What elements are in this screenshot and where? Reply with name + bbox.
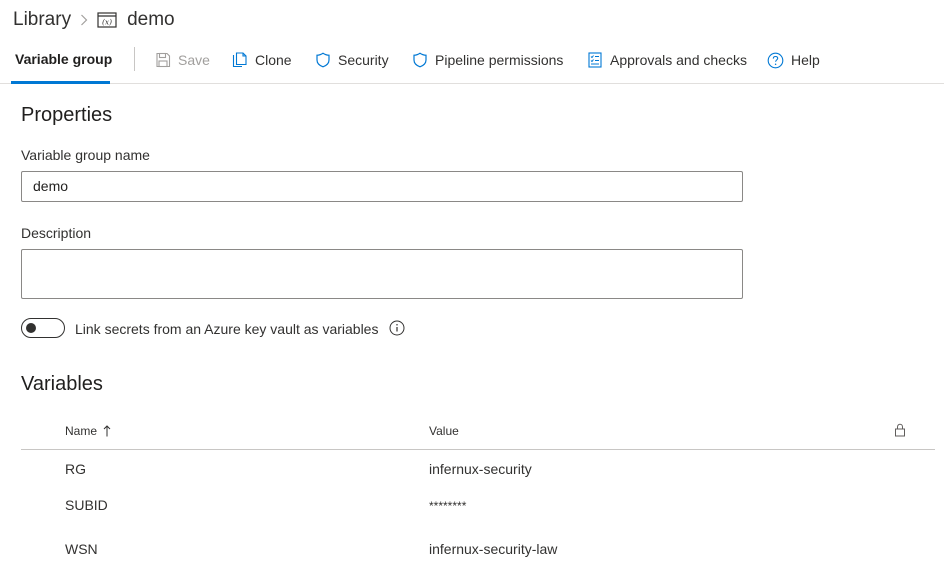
table-row[interactable]: RG infernux-security bbox=[21, 451, 935, 487]
approvals-and-checks-button-label: Approvals and checks bbox=[610, 52, 747, 68]
clone-button-label: Clone bbox=[255, 52, 292, 68]
variable-value-secret: ******** bbox=[429, 499, 467, 513]
variables-heading: Variables bbox=[21, 373, 103, 395]
clone-button[interactable]: Clone bbox=[232, 50, 292, 70]
toggle-knob bbox=[26, 323, 36, 333]
toolbar-divider bbox=[134, 47, 135, 71]
active-tab-indicator bbox=[11, 81, 110, 84]
table-row[interactable]: SUBID ******** bbox=[21, 487, 935, 523]
sort-ascending-icon bbox=[103, 425, 111, 437]
help-button-label: Help bbox=[791, 52, 820, 68]
variable-value: infernux-security-law bbox=[429, 541, 558, 557]
variable-group-name-input[interactable]: demo bbox=[21, 171, 743, 202]
security-button-label: Security bbox=[338, 52, 389, 68]
link-secrets-toggle[interactable] bbox=[21, 318, 65, 338]
checklist-icon bbox=[587, 52, 603, 68]
breadcrumb-library-link[interactable]: Library bbox=[13, 9, 71, 31]
svg-text:(x): (x) bbox=[102, 18, 112, 27]
info-icon[interactable] bbox=[389, 320, 405, 336]
variable-name: SUBID bbox=[65, 497, 108, 513]
help-button[interactable]: Help bbox=[767, 50, 820, 70]
name-column-label: Name bbox=[65, 424, 98, 438]
properties-heading: Properties bbox=[21, 104, 113, 126]
save-button[interactable]: Save bbox=[155, 50, 210, 70]
tab-variable-group[interactable]: Variable group bbox=[15, 51, 112, 67]
link-secrets-label: Link secrets from an Azure key vault as … bbox=[75, 321, 379, 337]
chevron-right-icon bbox=[80, 14, 88, 26]
save-button-label: Save bbox=[178, 52, 210, 68]
breadcrumb: Library (x) demo bbox=[13, 7, 175, 33]
approvals-and-checks-button[interactable]: Approvals and checks bbox=[587, 50, 747, 70]
lock-icon bbox=[894, 423, 906, 437]
value-column-header[interactable]: Value bbox=[429, 424, 459, 438]
variable-name: RG bbox=[65, 461, 86, 477]
variable-value: infernux-security bbox=[429, 461, 532, 477]
shield-icon bbox=[412, 52, 428, 68]
variable-name: WSN bbox=[65, 541, 98, 557]
table-row[interactable]: WSN infernux-security-law bbox=[21, 531, 935, 567]
description-textarea[interactable] bbox=[21, 249, 743, 299]
variable-group-name-label: Variable group name bbox=[21, 147, 150, 163]
help-icon bbox=[767, 52, 784, 69]
shield-icon bbox=[315, 52, 331, 68]
pipeline-permissions-button-label: Pipeline permissions bbox=[435, 52, 564, 68]
variables-table-header: Name Value bbox=[21, 416, 935, 450]
toolbar: Variable group Save Clone Security Pipel… bbox=[0, 40, 944, 84]
description-label: Description bbox=[21, 225, 92, 241]
name-column-header[interactable]: Name bbox=[65, 424, 111, 438]
variable-group-icon: (x) bbox=[97, 12, 117, 28]
clone-icon bbox=[232, 52, 248, 68]
security-button[interactable]: Security bbox=[315, 50, 389, 70]
breadcrumb-current: demo bbox=[127, 9, 175, 30]
pipeline-permissions-button[interactable]: Pipeline permissions bbox=[412, 50, 563, 70]
save-icon bbox=[155, 52, 171, 68]
